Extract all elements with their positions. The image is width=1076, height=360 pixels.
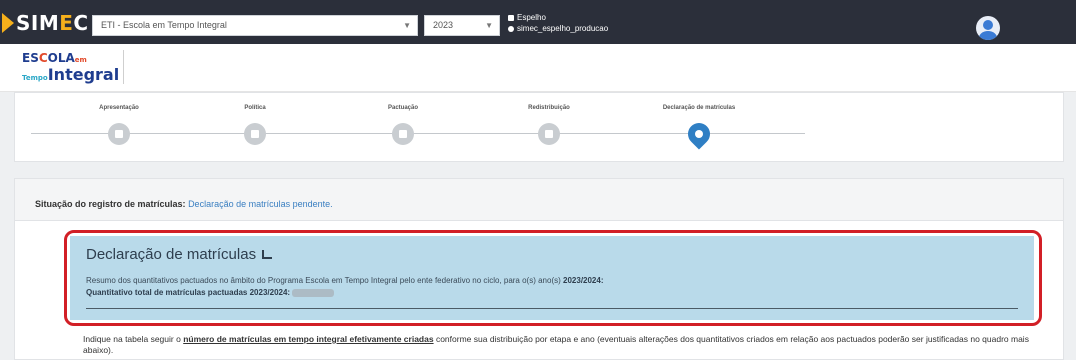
year-select[interactable]: 2023 ▼ bbox=[424, 15, 500, 36]
user-icon bbox=[683, 118, 715, 150]
program-select-value: ETI - Escola em Tempo Integral bbox=[101, 20, 227, 30]
flag-icon bbox=[108, 123, 130, 145]
logo-text-e: E bbox=[59, 11, 74, 35]
registration-status: Situação do registro de matrículas: Decl… bbox=[35, 199, 333, 209]
step-politica[interactable]: Política bbox=[205, 93, 305, 163]
logo-chevron-icon bbox=[2, 13, 14, 33]
logo-text-c: C bbox=[73, 11, 89, 35]
database-icon bbox=[508, 14, 514, 21]
handshake-icon bbox=[392, 123, 414, 145]
environment-database: simec_espelho_producao bbox=[517, 24, 609, 33]
program-select[interactable]: ETI - Escola em Tempo Integral ▼ bbox=[92, 15, 418, 36]
step-label: Pactuação bbox=[387, 105, 418, 111]
handshake-icon bbox=[538, 123, 560, 145]
step-label: Redistribuição bbox=[528, 105, 570, 111]
step-redistribuicao[interactable]: Redistribuição bbox=[499, 93, 599, 163]
step-label: Apresentação bbox=[99, 105, 139, 111]
step-declaracao-matriculas[interactable]: Declaração de matrículas bbox=[649, 93, 749, 163]
step-label: Política bbox=[244, 105, 266, 111]
environment-name: Espelho bbox=[517, 13, 546, 22]
status-value: Declaração de matrículas pendente. bbox=[188, 199, 333, 209]
highlight-outline bbox=[64, 230, 1042, 326]
instructions-text: Indique na tabela seguir o número de mat… bbox=[83, 334, 1029, 355]
year-select-value: 2023 bbox=[433, 20, 454, 30]
chevron-down-icon: ▼ bbox=[403, 21, 411, 30]
instructions-emphasis: número de matrículas em tempo integral e… bbox=[183, 334, 434, 344]
brand-row: ESCOLAem TempoIntegral bbox=[0, 44, 1076, 92]
environment-info: Espelho simec_espelho_producao bbox=[508, 12, 608, 34]
brand-divider bbox=[123, 50, 124, 84]
panel-header: Situação do registro de matrículas: Decl… bbox=[15, 179, 1063, 221]
step-label: Declaração de matrículas bbox=[662, 105, 736, 111]
status-label: Situação do registro de matrículas: bbox=[35, 199, 186, 209]
top-navbar: SIMEC ETI - Escola em Tempo Integral ▼ 2… bbox=[0, 0, 1076, 44]
step-apresentacao[interactable]: Apresentação bbox=[69, 93, 169, 163]
logo-text-sim: SIM bbox=[16, 11, 60, 35]
simec-logo[interactable]: SIMEC bbox=[2, 10, 89, 36]
step-pactuacao[interactable]: Pactuação bbox=[353, 93, 453, 163]
escola-tempo-integral-logo[interactable]: ESCOLAem TempoIntegral bbox=[22, 52, 119, 84]
chevron-down-icon: ▼ bbox=[485, 21, 493, 30]
user-avatar[interactable] bbox=[976, 16, 1000, 40]
globe-icon bbox=[508, 25, 514, 32]
progress-stepper: Apresentação Política Pactuação Redistri… bbox=[14, 92, 1064, 162]
document-icon bbox=[244, 123, 266, 145]
